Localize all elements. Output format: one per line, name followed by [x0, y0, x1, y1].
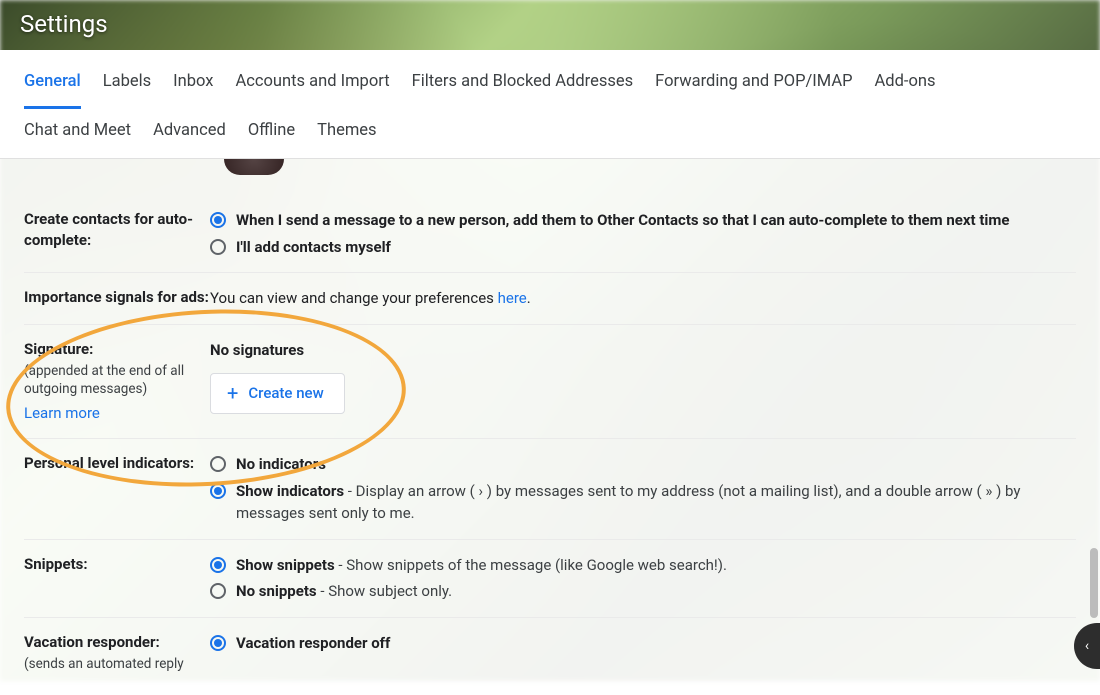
setting-label: Signature:: [24, 340, 93, 358]
radio-contacts-manual[interactable]: [210, 239, 226, 255]
ads-prefix: You can view and change your preferences: [210, 289, 498, 307]
radio-vacation-off[interactable]: [210, 635, 226, 651]
setting-signature: Signature: (appended at the end of all o…: [24, 325, 1076, 440]
tab-general[interactable]: General: [24, 68, 81, 109]
setting-sublabel: (appended at the end of all outgoing mes…: [24, 362, 210, 400]
avatar: [224, 159, 284, 175]
settings-content: Create contacts for auto-complete: When …: [0, 159, 1100, 695]
radio-label: When I send a message to a new person, a…: [236, 211, 1009, 229]
ads-suffix: .: [527, 289, 531, 307]
ads-here-link[interactable]: here: [498, 289, 527, 307]
radio-label: Vacation responder off: [236, 634, 390, 652]
radio-label: No indicators: [236, 455, 326, 473]
radio-label: No snippets: [236, 582, 317, 600]
radio-no-snippets[interactable]: [210, 583, 226, 599]
tab-inbox[interactable]: Inbox: [173, 68, 213, 109]
setting-snippets: Snippets: Show snippets - Show snippets …: [24, 540, 1076, 618]
settings-tabs: General Labels Inbox Accounts and Import…: [0, 50, 1100, 159]
radio-show-indicators[interactable]: [210, 483, 226, 499]
tab-offline[interactable]: Offline: [248, 117, 295, 158]
radio-no-indicators[interactable]: [210, 456, 226, 472]
radio-desc: - Display an arrow ( › ) by messages sen…: [236, 482, 1021, 523]
setting-label: Importance signals for ads:: [24, 287, 210, 308]
setting-label: Snippets:: [24, 554, 210, 575]
tab-filters-blocked[interactable]: Filters and Blocked Addresses: [412, 68, 634, 109]
tab-labels[interactable]: Labels: [103, 68, 151, 109]
create-signature-button[interactable]: + Create new: [210, 373, 345, 414]
radio-show-snippets[interactable]: [210, 557, 226, 573]
radio-label: Show snippets: [236, 556, 335, 574]
radio-desc: - Show snippets of the message (like Goo…: [335, 556, 727, 574]
setting-vacation-responder: Vacation responder: (sends an automated …: [24, 618, 1076, 688]
radio-contacts-auto[interactable]: [210, 212, 226, 228]
create-new-label: Create new: [248, 382, 323, 405]
setting-label: Vacation responder:: [24, 633, 160, 651]
radio-desc: - Show subject only.: [317, 582, 453, 600]
setting-personal-indicators: Personal level indicators: No indicators…: [24, 439, 1076, 540]
setting-create-contacts: Create contacts for auto-complete: When …: [24, 175, 1076, 273]
scrollbar[interactable]: [1090, 548, 1098, 618]
tab-add-ons[interactable]: Add-ons: [875, 68, 936, 109]
tab-forwarding-pop-imap[interactable]: Forwarding and POP/IMAP: [655, 68, 852, 109]
setting-sublabel: (sends an automated reply: [24, 655, 210, 674]
tab-themes[interactable]: Themes: [317, 117, 376, 158]
setting-importance-ads: Importance signals for ads: You can view…: [24, 273, 1076, 325]
tab-chat-meet[interactable]: Chat and Meet: [24, 117, 131, 158]
setting-label: Personal level indicators:: [24, 453, 210, 474]
radio-label: Show indicators: [236, 482, 344, 500]
page-title: Settings: [0, 0, 1100, 50]
plus-icon: +: [227, 383, 238, 403]
tab-accounts-import[interactable]: Accounts and Import: [235, 68, 389, 109]
tab-advanced[interactable]: Advanced: [153, 117, 226, 158]
signature-learn-more-link[interactable]: Learn more: [24, 403, 210, 424]
setting-label: Create contacts for auto-complete:: [24, 209, 210, 251]
radio-label: I'll add contacts myself: [236, 238, 391, 256]
signature-status: No signatures: [210, 339, 1076, 362]
